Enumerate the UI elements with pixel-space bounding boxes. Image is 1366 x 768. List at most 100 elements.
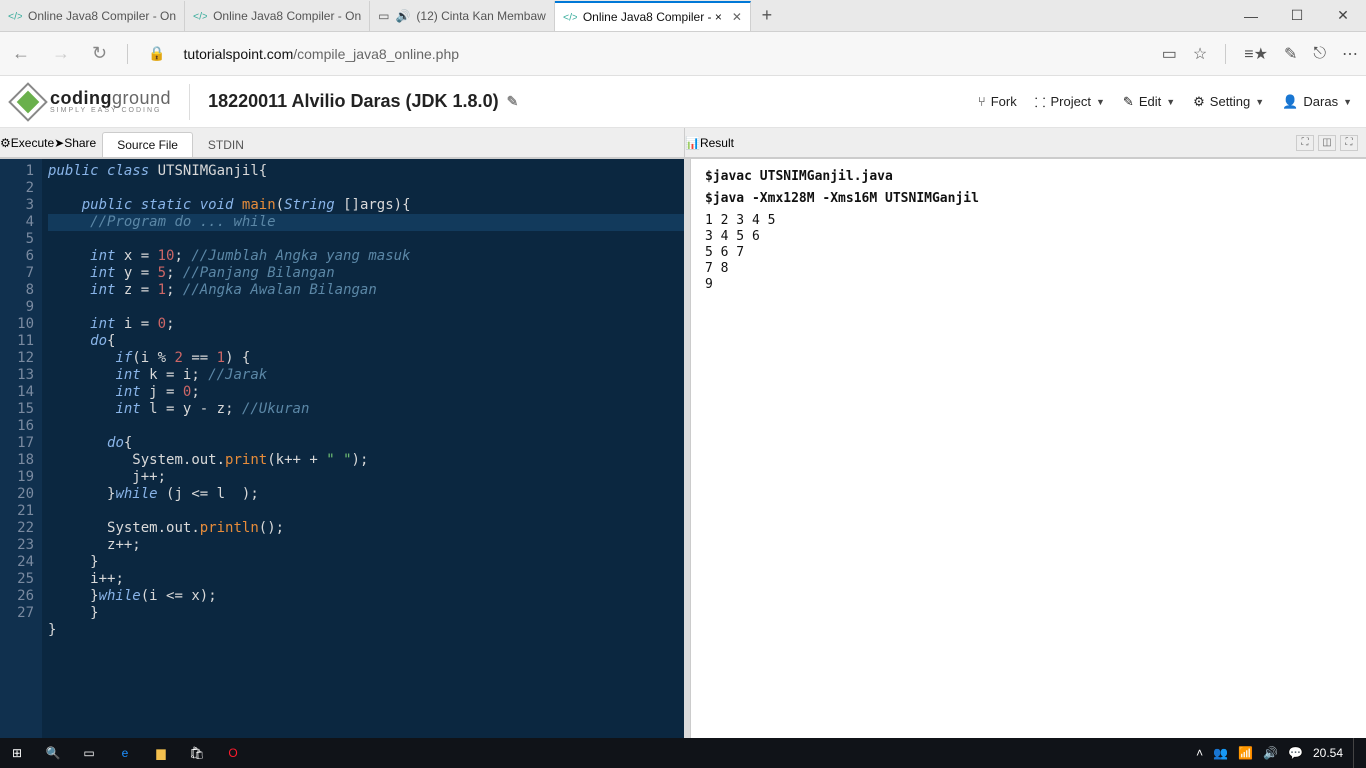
new-tab-button[interactable]: + xyxy=(751,5,783,26)
logo[interactable]: codingground SIMPLY EASY CODING xyxy=(14,88,171,116)
reading-view-icon[interactable]: ▭ xyxy=(1162,44,1177,64)
tree-icon: ⸬ xyxy=(1035,93,1046,111)
explorer-taskbar-icon[interactable]: ▆ xyxy=(144,738,178,768)
store-taskbar-icon[interactable]: 🛍 xyxy=(180,738,214,768)
browser-tab-bar: </> Online Java8 Compiler - On </> Onlin… xyxy=(0,0,1366,32)
start-button[interactable]: ⊞ xyxy=(0,738,34,768)
task-view-button[interactable]: ▭ xyxy=(72,738,106,768)
edge-taskbar-icon[interactable]: e xyxy=(108,738,142,768)
tab-source-file[interactable]: Source File xyxy=(102,132,193,157)
page-header: codingground SIMPLY EASY CODING 18220011… xyxy=(0,76,1366,128)
refresh-button[interactable]: ↻ xyxy=(88,43,111,64)
layout-button-2[interactable]: ◫ xyxy=(1318,135,1336,151)
user-menu[interactable]: 👤Daras▼ xyxy=(1282,94,1352,110)
wifi-icon[interactable]: 📶 xyxy=(1238,746,1253,760)
result-label: Result xyxy=(700,136,734,150)
share-button[interactable]: ➤Share xyxy=(54,136,96,150)
url-host: tutorialspoint.com xyxy=(184,46,294,62)
setting-label: Setting xyxy=(1210,94,1250,109)
chevron-down-icon: ▼ xyxy=(1096,97,1105,107)
layout-button-1[interactable]: ⛶ xyxy=(1296,135,1314,151)
site-icon: </> xyxy=(563,10,577,24)
gear-icon: ⚙ xyxy=(1193,94,1205,110)
sound-icon: 🔊 xyxy=(395,9,410,23)
lock-icon: 🔒 xyxy=(144,45,169,62)
action-center-icon[interactable]: 💬 xyxy=(1288,746,1303,760)
tab-stdin-label: STDIN xyxy=(208,138,244,152)
svg-text:</>: </> xyxy=(563,11,577,23)
more-icon[interactable]: ⋯ xyxy=(1342,44,1358,64)
chart-icon: 📊 xyxy=(685,136,700,150)
pencil-icon: ✎ xyxy=(1123,94,1134,110)
separator xyxy=(1225,44,1226,64)
tab-title: Online Java8 Compiler - On xyxy=(213,9,361,23)
output-pane: $javac UTSNIMGanjil.java $java -Xmx128M … xyxy=(690,159,1366,738)
favorites-list-icon[interactable]: ≡★ xyxy=(1244,44,1268,64)
edit-title-icon[interactable]: ✎ xyxy=(507,93,519,110)
search-button[interactable]: 🔍 xyxy=(36,738,70,768)
tray-up-icon[interactable]: ˄ xyxy=(1196,746,1203,760)
logo-tagline: SIMPLY EASY CODING xyxy=(50,107,171,114)
user-icon: 👤 xyxy=(1282,94,1298,110)
logo-text-main: coding xyxy=(50,88,112,108)
people-icon[interactable]: 👥 xyxy=(1213,746,1228,760)
taskbar-clock[interactable]: 20.54 xyxy=(1313,746,1343,760)
window-minimize-button[interactable]: — xyxy=(1228,0,1274,32)
code-area[interactable]: public class UTSNIMGanjil{ public static… xyxy=(42,159,684,738)
code-editor[interactable]: 1234567891011121314151617181920212223242… xyxy=(0,159,684,738)
output-cmd-1: $javac UTSNIMGanjil.java xyxy=(705,169,1352,185)
favorite-icon[interactable]: ☆ xyxy=(1193,44,1207,64)
divider xyxy=(189,84,190,120)
url-path: /compile_java8_online.php xyxy=(293,46,459,62)
fork-icon: ⑂ xyxy=(978,94,986,109)
separator xyxy=(127,44,128,64)
output-cmd-2: $java -Xmx128M -Xms16M UTSNIMGanjil xyxy=(705,191,1352,207)
windows-taskbar: ⊞ 🔍 ▭ e ▆ 🛍 O ˄ 👥 📶 🔊 💬 20.54 xyxy=(0,738,1366,768)
edit-label: Edit xyxy=(1139,94,1161,109)
tab-stdin[interactable]: STDIN xyxy=(193,132,259,157)
fork-button[interactable]: ⑂ Fork xyxy=(978,94,1017,109)
svg-text:</>: </> xyxy=(8,10,22,22)
project-label: Project xyxy=(1051,94,1091,109)
layout-button-3[interactable]: ⛶ xyxy=(1340,135,1358,151)
share-label: Share xyxy=(64,136,96,150)
back-button[interactable]: ← xyxy=(8,43,34,64)
line-gutter: 1234567891011121314151617181920212223242… xyxy=(0,159,42,738)
opera-taskbar-icon[interactable]: O xyxy=(216,738,250,768)
browser-tab[interactable]: </> Online Java8 Compiler - On xyxy=(0,1,185,31)
tab-title: Online Java8 Compiler - × xyxy=(583,10,722,24)
tab-title: (12) Cinta Kan Membaw xyxy=(416,9,545,23)
svg-text:</>: </> xyxy=(193,10,207,22)
close-tab-icon[interactable]: ✕ xyxy=(732,10,742,24)
forward-button[interactable]: → xyxy=(48,43,74,64)
tab-back-icon: ▭ xyxy=(378,9,389,23)
window-close-button[interactable]: ✕ xyxy=(1320,0,1366,32)
edit-menu[interactable]: ✎Edit▼ xyxy=(1123,94,1175,110)
window-maximize-button[interactable]: ☐ xyxy=(1274,0,1320,32)
show-desktop[interactable] xyxy=(1353,738,1360,768)
browser-tab[interactable]: ▭ 🔊 (12) Cinta Kan Membaw xyxy=(370,1,555,31)
logo-icon xyxy=(8,82,48,122)
browser-address-bar: ← → ↻ 🔒 tutorialspoint.com/compile_java8… xyxy=(0,32,1366,76)
project-menu[interactable]: ⸬ Project ▼ xyxy=(1035,93,1105,111)
browser-tab[interactable]: </> Online Java8 Compiler - On xyxy=(185,1,370,31)
project-title: 18220011 Alvilio Daras (JDK 1.8.0) xyxy=(208,91,499,112)
logo-text-sub: ground xyxy=(112,88,171,108)
site-icon: </> xyxy=(8,9,22,23)
execute-button[interactable]: ⚙Execute xyxy=(0,136,54,150)
result-label-area: 📊Result xyxy=(685,136,734,150)
notes-icon[interactable]: ✎ xyxy=(1284,44,1297,64)
fork-label: Fork xyxy=(991,94,1017,109)
share-page-icon[interactable]: ⎋ xyxy=(1313,45,1326,63)
chevron-down-icon: ▼ xyxy=(1255,97,1264,107)
tab-source-label: Source File xyxy=(117,138,178,152)
volume-icon[interactable]: 🔊 xyxy=(1263,746,1278,760)
share-icon: ➤ xyxy=(54,136,64,150)
url-field[interactable]: tutorialspoint.com/compile_java8_online.… xyxy=(184,46,1148,62)
site-icon: </> xyxy=(193,9,207,23)
setting-menu[interactable]: ⚙ Setting ▼ xyxy=(1193,94,1264,110)
tab-title: Online Java8 Compiler - On xyxy=(28,9,176,23)
execute-label: Execute xyxy=(11,136,54,150)
browser-tab-active[interactable]: </> Online Java8 Compiler - × ✕ xyxy=(555,1,751,31)
chevron-down-icon: ▼ xyxy=(1343,97,1352,107)
